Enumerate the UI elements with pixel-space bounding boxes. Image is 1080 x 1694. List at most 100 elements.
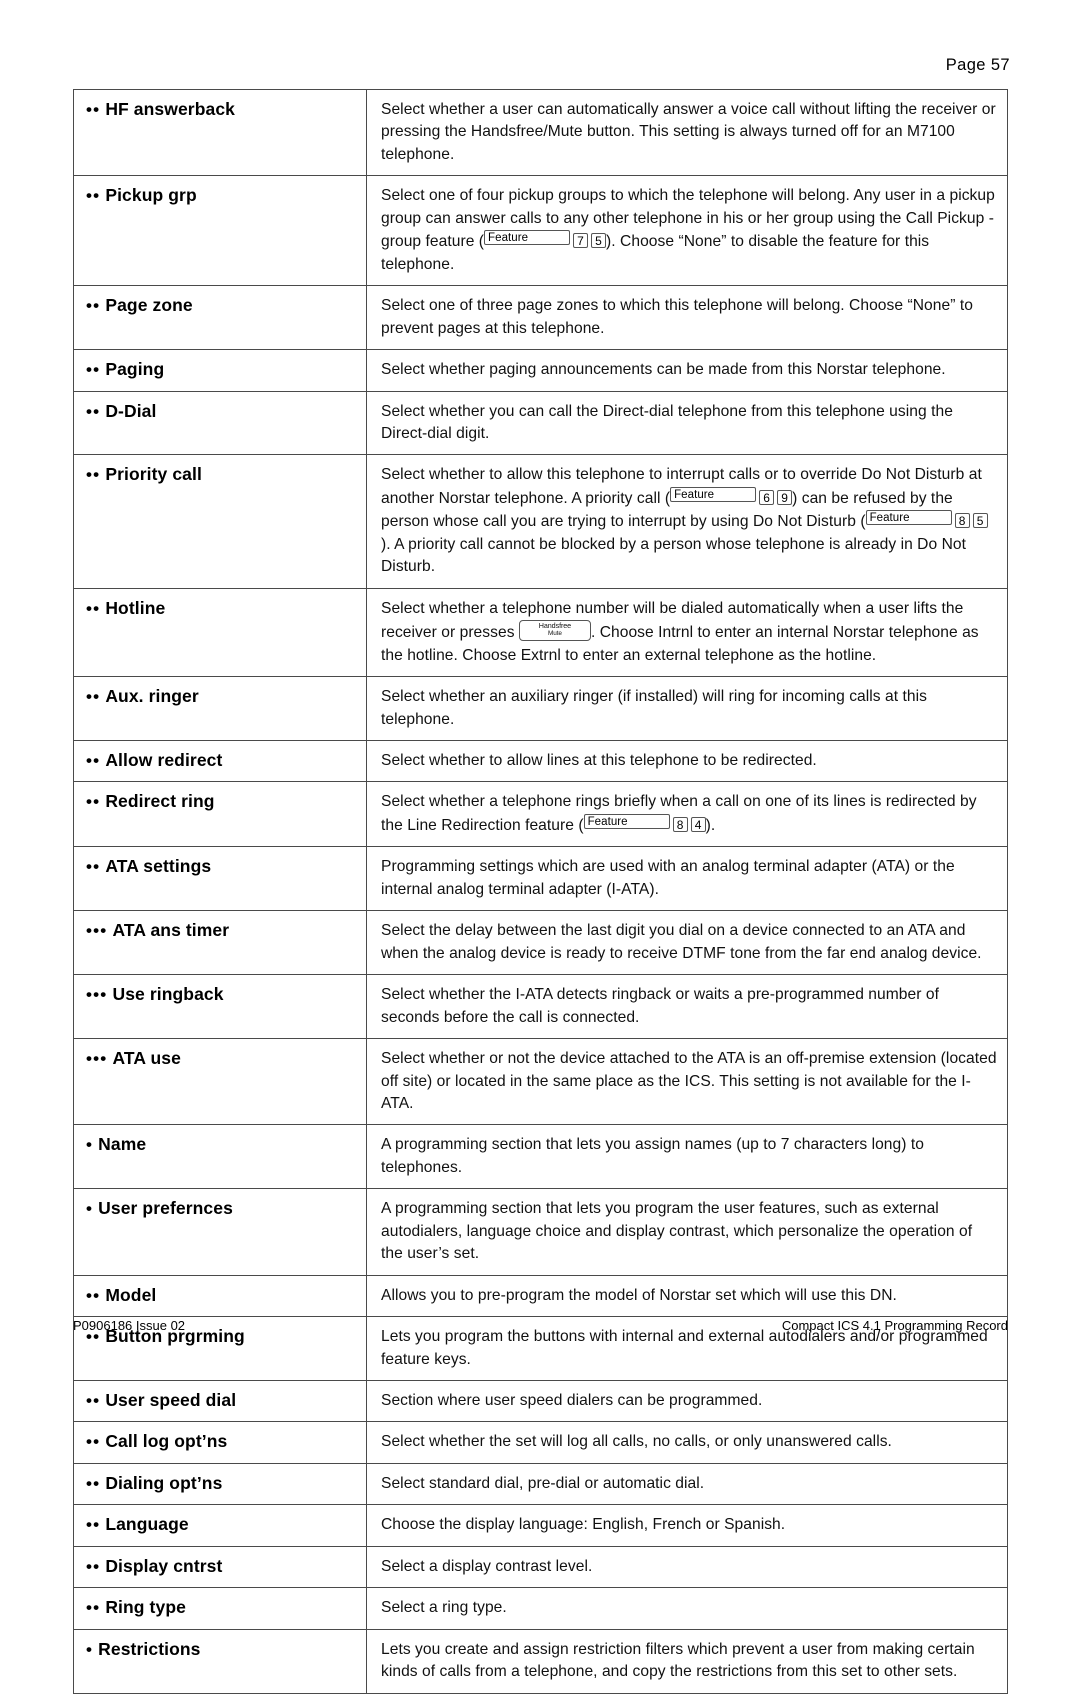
bullet-level-icon: • — [86, 1135, 94, 1155]
term-label: HF answerback — [105, 99, 235, 119]
description-segment: Choose the display language: English, Fr… — [381, 1516, 786, 1534]
term-cell: •• Pickup grp — [73, 175, 367, 287]
page-number-label: Page 57 — [945, 56, 1010, 74]
description-text: Select a display contrast level. — [381, 1556, 997, 1578]
table-row: •• Model Allows you to pre-program the mod… — [73, 1274, 1008, 1318]
table-row: • Name A programming section that lets you… — [73, 1124, 1008, 1190]
description-cell: Select whether a telephone rings briefly… — [366, 781, 1008, 848]
feature-key-icon: Feature — [670, 486, 757, 502]
description-text: Programming settings which are used with… — [381, 856, 997, 901]
term-cell: • User prefernces — [73, 1188, 367, 1276]
description-text: Select whether the set will log all call… — [381, 1431, 997, 1453]
description-text: Choose the display language: English, Fr… — [381, 1514, 997, 1536]
bullet-level-icon: •• — [86, 598, 101, 618]
term-label: ATA use — [112, 1048, 181, 1069]
description-cell: A programming section that lets you prog… — [366, 1188, 1008, 1276]
table-row: •• Display cntrst Select a display contras… — [73, 1545, 1008, 1589]
digit-key-icon: 4 — [690, 816, 706, 832]
description-cell: Allows you to pre-program the model of N… — [366, 1274, 1008, 1318]
term-label: Dialing opt’ns — [105, 1472, 223, 1493]
term-text: •• Redirect ring — [86, 791, 366, 813]
term-text: •• ATA settings — [86, 856, 366, 878]
bullet-level-icon: •• — [86, 296, 101, 316]
description-cell: Select whether paging announcements can … — [366, 349, 1008, 392]
page-number-header: Page 57 — [0, 56, 1010, 75]
description-segment: A programming section that lets you prog… — [381, 1200, 973, 1263]
term-text: •• Hotline — [86, 598, 366, 620]
bullet-level-icon: • — [86, 1199, 94, 1219]
description-cell: Select whether to allow lines at this te… — [366, 739, 1008, 783]
description-cell: Select a ring type. — [366, 1587, 1008, 1630]
table-row: • Restrictions Lets you create and assign … — [73, 1628, 1008, 1694]
description-cell: Select whether the I-ATA detects ringbac… — [366, 974, 1008, 1040]
term-text: •• Ring type — [86, 1597, 366, 1619]
term-label: Allow redirect — [105, 749, 223, 770]
description-text: Select whether you can call the Direct-d… — [381, 401, 997, 446]
description-text: A programming section that lets you prog… — [381, 1198, 997, 1265]
description-segment: Select whether a user can automatically … — [381, 101, 996, 163]
feature-key-icon: Feature — [484, 230, 571, 246]
description-cell: Programming settings which are used with… — [366, 846, 1008, 912]
term-label: Name — [98, 1134, 147, 1155]
term-cell: • Restrictions — [73, 1628, 367, 1694]
description-cell: Select whether an auxiliary ringer (if i… — [366, 676, 1008, 741]
mute-key-label: Mute — [548, 630, 562, 638]
description-segment: Select the delay between the last digit … — [381, 922, 982, 962]
description-cell: A programming section that lets you assi… — [366, 1124, 1008, 1190]
description-segment: Select one of three page zones to which … — [381, 297, 973, 337]
term-label: Pickup grp — [105, 185, 197, 206]
description-text: Allows you to pre-program the model of N… — [381, 1285, 997, 1307]
description-text: Select whether or not the device attache… — [381, 1048, 997, 1115]
table-row: •• Hotline Select whether a telephone numb… — [73, 587, 1008, 678]
bullet-level-icon: •• — [86, 1473, 101, 1493]
description-text: Select whether paging announcements can … — [381, 359, 997, 381]
description-text: Section where user speed dialers can be … — [381, 1390, 997, 1412]
term-text: •• Priority call — [86, 464, 366, 486]
footer-document-title: Compact ICS 4.1 Programming Record — [781, 1318, 1008, 1333]
table-row: •• D-Dial Select whether you can call the … — [73, 390, 1008, 456]
description-segment: Select whether or not the device attache… — [381, 1050, 997, 1112]
term-label: User speed dial — [105, 1390, 237, 1411]
term-text: •• User speed dial — [86, 1390, 366, 1412]
description-cell: Select the delay between the last digit … — [366, 910, 1008, 976]
term-label: Paging — [105, 359, 165, 380]
description-cell: Select whether you can call the Direct-d… — [366, 390, 1008, 456]
description-cell: Select whether the set will log all call… — [366, 1421, 1008, 1464]
term-cell: •• Call log opt’ns — [73, 1421, 367, 1464]
term-text: •• Call log opt’ns — [86, 1431, 366, 1453]
term-cell: •• ATA settings — [73, 846, 367, 912]
description-segment: Select whether you can call the Direct-d… — [381, 402, 953, 442]
term-cell: ••• Use ringback — [73, 974, 367, 1040]
term-label: ATA settings — [105, 856, 212, 877]
description-segment: Select whether the set will log all call… — [381, 1433, 892, 1451]
term-text: •• D-Dial — [86, 401, 366, 423]
bullet-level-icon: •• — [86, 360, 101, 380]
description-text: Select whether the I-ATA detects ringbac… — [381, 984, 997, 1029]
term-label: Use ringback — [112, 984, 224, 1005]
description-text: Select whether an auxiliary ringer (if i… — [381, 686, 997, 731]
term-cell: •• HF answerback — [73, 88, 367, 177]
feature-key-icon: Feature — [865, 510, 952, 526]
table-body: •• HF answerback Select whether a user can… — [73, 88, 1008, 1694]
description-segment: ). — [705, 816, 716, 834]
term-text: • Name — [86, 1134, 366, 1156]
term-text: • User prefernces — [86, 1198, 366, 1220]
term-cell: •• Allow redirect — [73, 739, 367, 783]
description-segment: Select a ring type. — [381, 1599, 507, 1617]
bullet-level-icon: •• — [86, 1391, 101, 1411]
term-text: •• Pickup grp — [86, 185, 366, 207]
description-segment: Select whether paging announcements can … — [381, 361, 946, 379]
digit-key-icon: 8 — [672, 816, 688, 832]
description-text: Select whether to allow lines at this te… — [381, 750, 997, 772]
digit-key-icon: 5 — [591, 233, 607, 249]
term-text: •• Page zone — [86, 295, 366, 317]
table-row: •• HF answerback Select whether a user can… — [73, 88, 1008, 177]
description-segment: Programming settings which are used with… — [381, 858, 955, 898]
bullet-level-icon: •• — [86, 100, 101, 119]
table-row: •• Pickup grp Select one of four pickup gr… — [73, 175, 1008, 287]
term-cell: •• Dialing opt’ns — [73, 1462, 367, 1506]
table-row: •• Ring type Select a ring type. — [73, 1587, 1008, 1630]
term-cell: •• Priority call — [73, 454, 367, 589]
description-segment: Select whether the I-ATA detects ringbac… — [381, 986, 939, 1026]
description-text: Select whether a user can automatically … — [381, 99, 997, 166]
